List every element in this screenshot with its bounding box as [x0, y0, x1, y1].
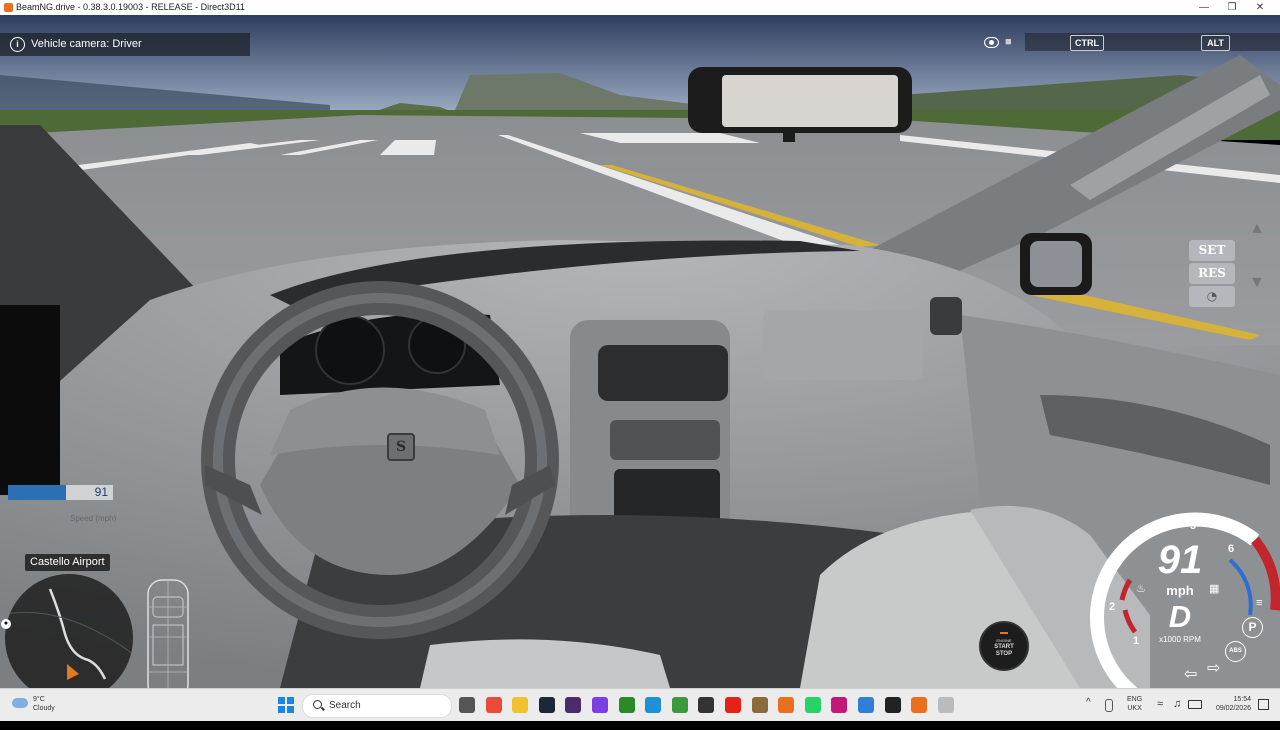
window-titlebar: BeamNG.drive - 0.38.3.0.19003 - RELEASE … — [0, 0, 1280, 15]
engine-button-line1: ENGINE — [996, 638, 1012, 643]
weather-temp: 9°C — [33, 696, 45, 703]
engine-start-stop-button[interactable]: ENGINE START STOP — [979, 621, 1029, 671]
gauge-gear-indicator: D — [1168, 599, 1192, 634]
taskbar-search-box[interactable]: Search — [302, 694, 452, 718]
minecraft-taskbar-icon[interactable] — [671, 697, 688, 713]
temperature-icon: ♨ — [1136, 583, 1146, 595]
gauge-tick-3: 3 — [1113, 557, 1120, 569]
task-view-taskbar-icon[interactable] — [459, 697, 475, 713]
speed-bar-fill — [8, 485, 66, 500]
speed-bar-value: 91 — [94, 485, 108, 499]
camera-notification: i Vehicle camera: Driver — [0, 33, 250, 56]
camera-notification-text: Vehicle camera: Driver — [31, 38, 142, 50]
steering-wheel-logo: S — [387, 433, 415, 461]
minimap-route — [5, 588, 133, 680]
cruise-down-arrow-icon[interactable]: ▼ — [1249, 274, 1265, 292]
xbox-taskbar-icon[interactable] — [618, 697, 635, 713]
gauge-tick-4: 4 — [1145, 525, 1152, 537]
maximize-button[interactable]: ❐ — [1218, 0, 1246, 15]
game-viewport[interactable]: S i Vehicle camera: Driver ■ CTRL ALT SE… — [0, 15, 1280, 688]
gauge-tick-5: 5 — [1190, 520, 1197, 532]
app-orange-taskbar-icon[interactable] — [778, 697, 795, 713]
cruise-speedometer-icon[interactable]: ◔ — [1189, 286, 1235, 307]
battery-icon[interactable] — [1188, 700, 1202, 709]
app-white-taskbar-icon[interactable] — [937, 697, 954, 713]
fuel-icon: ▦ — [1209, 583, 1220, 595]
obs-taskbar-icon[interactable] — [565, 697, 582, 713]
notification-icon[interactable] — [1258, 699, 1269, 710]
weather-condition: Cloudy — [33, 705, 55, 712]
clock-time: 15:54 — [1233, 696, 1251, 703]
engine-button-line2: START — [994, 644, 1014, 650]
steam-taskbar-icon[interactable] — [538, 697, 555, 713]
parking-brake-icon: P — [1242, 617, 1263, 638]
microphone-icon[interactable] — [1105, 699, 1113, 712]
cruise-set-button[interactable]: SET — [1189, 240, 1235, 261]
windows-taskbar: 9°C Cloudy Search ^ ENG UKX ≈ ♫ 15:54 09… — [0, 688, 1280, 721]
gauge-tick-6: 6 — [1228, 543, 1235, 555]
engine-led-icon — [1000, 632, 1008, 634]
keyboard-layout: UKX — [1127, 705, 1142, 712]
beamng-app-icon — [4, 3, 13, 12]
engine-button-line3: STOP — [995, 651, 1013, 657]
search-icon — [313, 700, 322, 709]
language-indicator[interactable]: ENG UKX — [1127, 695, 1142, 713]
cruise-up-arrow-icon[interactable]: ▲ — [1249, 220, 1265, 238]
input-hints-bar — [1025, 33, 1280, 51]
close-button[interactable]: ✕ — [1246, 0, 1274, 15]
beamng-taskbar-icon[interactable] — [911, 697, 928, 713]
headlight-icon: ≡ — [1256, 597, 1263, 609]
speed-bar: 91 — [8, 485, 113, 500]
gauge-speed-unit: mph — [1166, 583, 1194, 598]
game-taskbar-icon[interactable] — [751, 697, 768, 713]
right-turn-signal-icon: ⇨ — [1207, 660, 1221, 677]
app-purple-taskbar-icon[interactable] — [592, 697, 608, 713]
clock-date: 09/02/2026 — [1215, 705, 1251, 712]
app-blue-taskbar-icon[interactable] — [858, 697, 874, 713]
gauge-rpm-label: x1000 RPM — [1159, 635, 1201, 644]
youtube-taskbar-icon[interactable] — [725, 697, 741, 713]
search-placeholder: Search — [329, 700, 361, 711]
speed-bar-label: Speed (mph) — [70, 514, 117, 523]
cloud-icon — [12, 698, 28, 708]
chrome-taskbar-icon[interactable] — [485, 697, 502, 713]
start-button[interactable] — [278, 697, 294, 713]
player-arrow-icon — [67, 664, 79, 680]
minimap-north-icon: ● — [1, 619, 11, 629]
file-explorer-taskbar-icon[interactable] — [512, 697, 529, 713]
wifi-icon[interactable]: ≈ — [1157, 698, 1163, 730]
left-turn-signal-icon: ⇦ — [1184, 666, 1198, 683]
tray-overflow-chevron[interactable]: ^ — [1086, 697, 1091, 729]
volume-icon[interactable]: ♫ — [1173, 698, 1181, 730]
abs-icon: ABS — [1225, 641, 1246, 662]
vehicle-damage-icon — [143, 577, 193, 688]
app-dark-taskbar-icon[interactable] — [698, 697, 715, 713]
minimize-button[interactable]: — — [1190, 0, 1218, 15]
cruise-resume-button[interactable]: RES — [1189, 263, 1235, 284]
taskbar-clock[interactable]: 15:54 09/02/2026 — [1203, 695, 1251, 713]
window-title: BeamNG.drive - 0.38.3.0.19003 - RELEASE … — [16, 2, 245, 12]
gauge-tick-1: 1 — [1133, 635, 1140, 647]
edge-taskbar-icon[interactable] — [645, 697, 662, 713]
weather-text: 9°C Cloudy — [33, 695, 55, 713]
alt-key-hint: ALT — [1201, 35, 1230, 51]
cruise-control-panel: SET RES ◔ — [1189, 240, 1235, 310]
location-label: Castello Airport — [25, 554, 110, 571]
minimap[interactable] — [5, 574, 133, 688]
app-magenta-taskbar-icon[interactable] — [831, 697, 848, 713]
gauge-speed-value: 91 — [1157, 538, 1203, 582]
vehicle-icon[interactable]: ■ — [1005, 36, 1012, 48]
ctrl-key-hint: CTRL — [1070, 35, 1104, 51]
eye-icon[interactable] — [984, 37, 999, 48]
language-code: ENG — [1127, 696, 1143, 703]
gauge-tick-2: 2 — [1109, 601, 1116, 613]
info-icon: i — [10, 37, 25, 52]
whatsapp-taskbar-icon[interactable] — [804, 697, 821, 713]
terminal-taskbar-icon[interactable] — [884, 697, 901, 713]
